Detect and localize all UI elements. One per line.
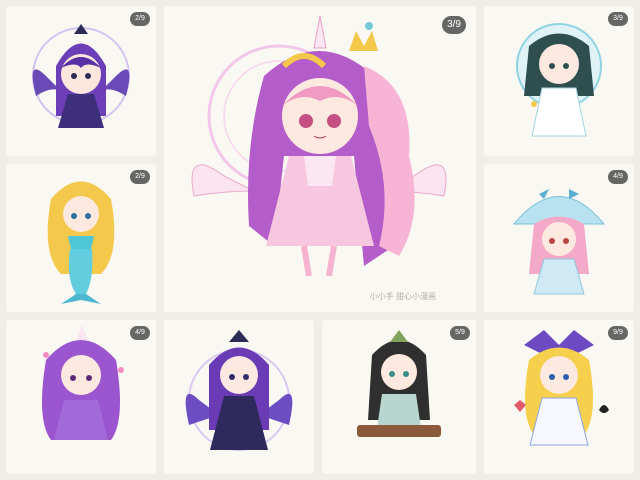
thumbnail-winged-dark-princess[interactable]: 2/9 [6, 6, 156, 156]
page-badge: 2/9 [130, 170, 150, 184]
thumbnail-bubble-fairy[interactable]: 3/9 [484, 6, 634, 156]
watermark: 小小手 甜心小漫画 [369, 292, 436, 301]
bubble-fairy-icon [516, 23, 602, 137]
thumbnail-zither-girl[interactable]: 5/9 [322, 320, 476, 474]
thumbnail-jellyfish-girl[interactable]: 4/9 [484, 164, 634, 312]
jellyfish-girl-icon [512, 189, 606, 295]
page-badge: 4/9 [608, 170, 628, 184]
thumbnail-night-princess[interactable] [164, 320, 314, 474]
thumbnail-mermaid[interactable]: 2/9 [6, 164, 156, 312]
page-badge: 4/9 [130, 326, 150, 340]
page-badge: 2/9 [130, 12, 150, 26]
thumbnail-unicorn-angel-princess[interactable]: 3/9 小小手 甜心小漫画 [164, 6, 476, 312]
alice-girl-icon [514, 330, 609, 446]
thumbnail-purple-pony-girl[interactable]: 4/9 [6, 320, 156, 474]
thumbnail-alice-girl[interactable]: 9/9 [484, 320, 634, 474]
winged-dark-princess-icon [32, 24, 130, 128]
zither-girl-icon [357, 330, 441, 437]
purple-pony-girl-icon [42, 325, 124, 440]
night-princess-icon [185, 330, 293, 451]
page-badge: 9/9 [608, 326, 628, 340]
mermaid-icon [47, 181, 115, 304]
page-badge: 5/9 [450, 326, 470, 340]
page-badge: 3/9 [608, 12, 628, 26]
unicorn-angel-princess-icon [191, 15, 447, 277]
page-badge: 3/9 [442, 16, 466, 34]
